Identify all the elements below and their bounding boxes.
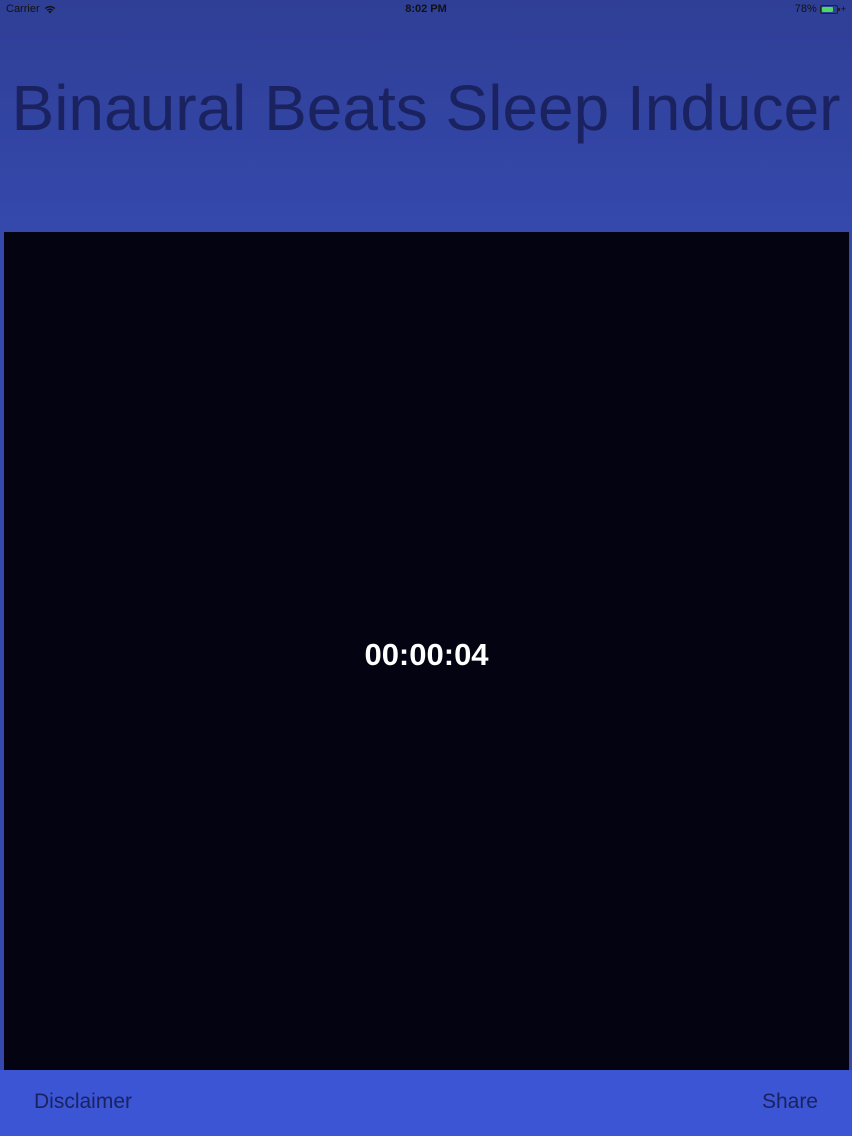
bottom-toolbar: Disclaimer Share	[0, 1070, 852, 1136]
elapsed-timer: 00:00:04	[364, 637, 489, 672]
app-screen: Carrier 8:02 PM 78% + Binaural Beats Sle…	[0, 0, 852, 1136]
share-button[interactable]: Share	[762, 1090, 818, 1114]
disclaimer-button[interactable]: Disclaimer	[34, 1090, 132, 1114]
battery-nub	[837, 7, 840, 11]
battery-icon	[819, 4, 840, 14]
charging-icon: +	[840, 3, 846, 14]
status-bar: Carrier 8:02 PM 78% +	[0, 0, 852, 18]
battery-fill	[821, 6, 833, 12]
battery-percent: 78%	[794, 3, 817, 15]
visualizer-panel[interactable]: 00:00:04	[4, 232, 849, 1070]
app-title: Binaural Beats Sleep Inducer	[11, 72, 841, 144]
status-right: 78% +	[795, 3, 846, 15]
status-time: 8:02 PM	[405, 3, 447, 15]
